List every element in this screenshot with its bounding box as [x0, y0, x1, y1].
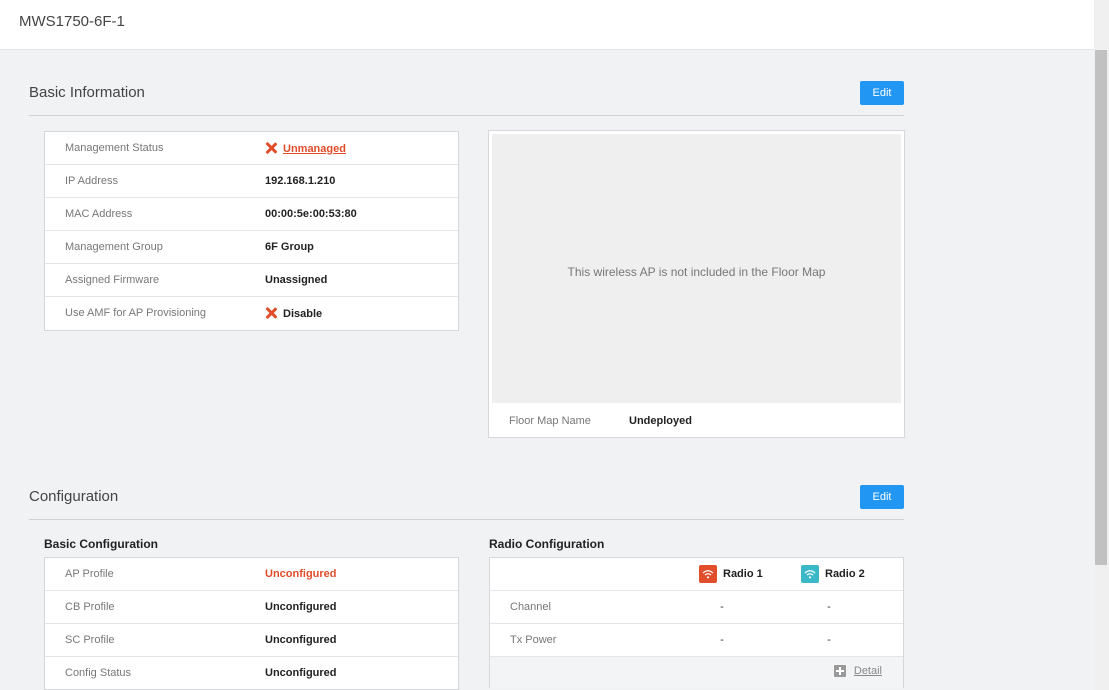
table-row: Use AMF for AP Provisioning Disable [45, 297, 458, 330]
wifi-icon [699, 565, 717, 583]
radio-2-header: Radio 2 [801, 565, 865, 583]
vertical-scrollbar[interactable] [1094, 0, 1109, 690]
basic-information-title: Basic Information [29, 84, 145, 101]
tx-power-radio-2-value: - [827, 634, 831, 646]
section-divider [29, 115, 904, 116]
channel-radio-2-value: - [827, 601, 831, 613]
radio-1-label: Radio 1 [723, 568, 763, 580]
tx-power-radio-1-value: - [720, 634, 724, 646]
assigned-firmware-label: Assigned Firmware [65, 274, 160, 286]
table-row: IP Address 192.168.1.210 [45, 165, 458, 198]
table-row: Tx Power - - [490, 624, 903, 657]
mac-address-label: MAC Address [65, 208, 133, 220]
table-row: Channel - - [490, 591, 903, 624]
amf-provisioning-text: Disable [283, 308, 323, 320]
mac-address-value: 00:00:5e:00:53:80 [265, 208, 357, 220]
detail-link[interactable]: Detail [833, 665, 882, 677]
basic-configuration-table: AP Profile Unconfigured CB Profile Uncon… [44, 557, 459, 690]
config-status-value: Unconfigured [265, 667, 337, 679]
radio-configuration-table: Radio 1 Radio 2 Channel - - Tx Power - -… [489, 557, 904, 688]
ip-address-value: 192.168.1.210 [265, 175, 336, 187]
table-row: AP Profile Unconfigured [45, 558, 458, 591]
management-group-label: Management Group [65, 241, 163, 253]
cb-profile-label: CB Profile [65, 601, 115, 613]
section-divider [29, 519, 904, 520]
table-row: MAC Address 00:00:5e:00:53:80 [45, 198, 458, 231]
management-status-value: Unmanaged [265, 142, 346, 155]
top-bar: MWS1750-6F-1 [0, 0, 1094, 50]
ap-profile-label: AP Profile [65, 568, 114, 580]
table-row: Assigned Firmware Unassigned [45, 264, 458, 297]
table-row: CB Profile Unconfigured [45, 591, 458, 624]
basic-info-table: Management Status Unmanaged IP Address 1… [44, 131, 459, 331]
floor-map-panel: This wireless AP is not included in the … [488, 130, 905, 438]
page-title: MWS1750-6F-1 [19, 13, 125, 30]
table-row: SC Profile Unconfigured [45, 624, 458, 657]
floor-map-message: This wireless AP is not included in the … [567, 265, 826, 279]
scrollbar-thumb[interactable] [1095, 50, 1107, 565]
amf-provisioning-label: Use AMF for AP Provisioning [65, 307, 207, 319]
config-status-label: Config Status [65, 667, 132, 679]
table-row: Management Status Unmanaged [45, 132, 458, 165]
table-row: Config Status Unconfigured [45, 657, 458, 690]
wifi-icon [801, 565, 819, 583]
sc-profile-value: Unconfigured [265, 634, 337, 646]
close-icon [265, 142, 277, 154]
table-row: Management Group 6F Group [45, 231, 458, 264]
management-status-label: Management Status [65, 142, 164, 154]
cb-profile-value: Unconfigured [265, 601, 337, 613]
floor-map-name-label: Floor Map Name [509, 415, 591, 427]
sc-profile-label: SC Profile [65, 634, 115, 646]
configuration-title: Configuration [29, 488, 119, 505]
floor-map-name-value: Undeployed [629, 415, 692, 427]
amf-provisioning-value: Disable [265, 307, 322, 320]
unmanaged-link[interactable]: Unmanaged [283, 143, 346, 155]
plus-icon [833, 665, 846, 677]
ip-address-label: IP Address [65, 175, 118, 187]
configuration-edit-button[interactable]: Edit [860, 485, 904, 509]
close-icon [265, 307, 277, 319]
radio-2-label: Radio 2 [825, 568, 865, 580]
channel-radio-1-value: - [720, 601, 724, 613]
radio-1-header: Radio 1 [699, 565, 763, 583]
management-group-value: 6F Group [265, 241, 314, 253]
channel-label: Channel [510, 601, 551, 613]
radio-configuration-title: Radio Configuration [489, 537, 605, 551]
basic-configuration-title: Basic Configuration [44, 537, 159, 551]
radio-table-footer: Detail [490, 657, 903, 688]
detail-label[interactable]: Detail [854, 665, 882, 677]
assigned-firmware-value: Unassigned [265, 274, 328, 286]
ap-profile-value: Unconfigured [265, 568, 337, 580]
basic-info-edit-button[interactable]: Edit [860, 81, 904, 105]
tx-power-label: Tx Power [510, 634, 557, 646]
floor-map-area: This wireless AP is not included in the … [492, 134, 901, 403]
radio-header-row: Radio 1 Radio 2 [490, 558, 903, 591]
